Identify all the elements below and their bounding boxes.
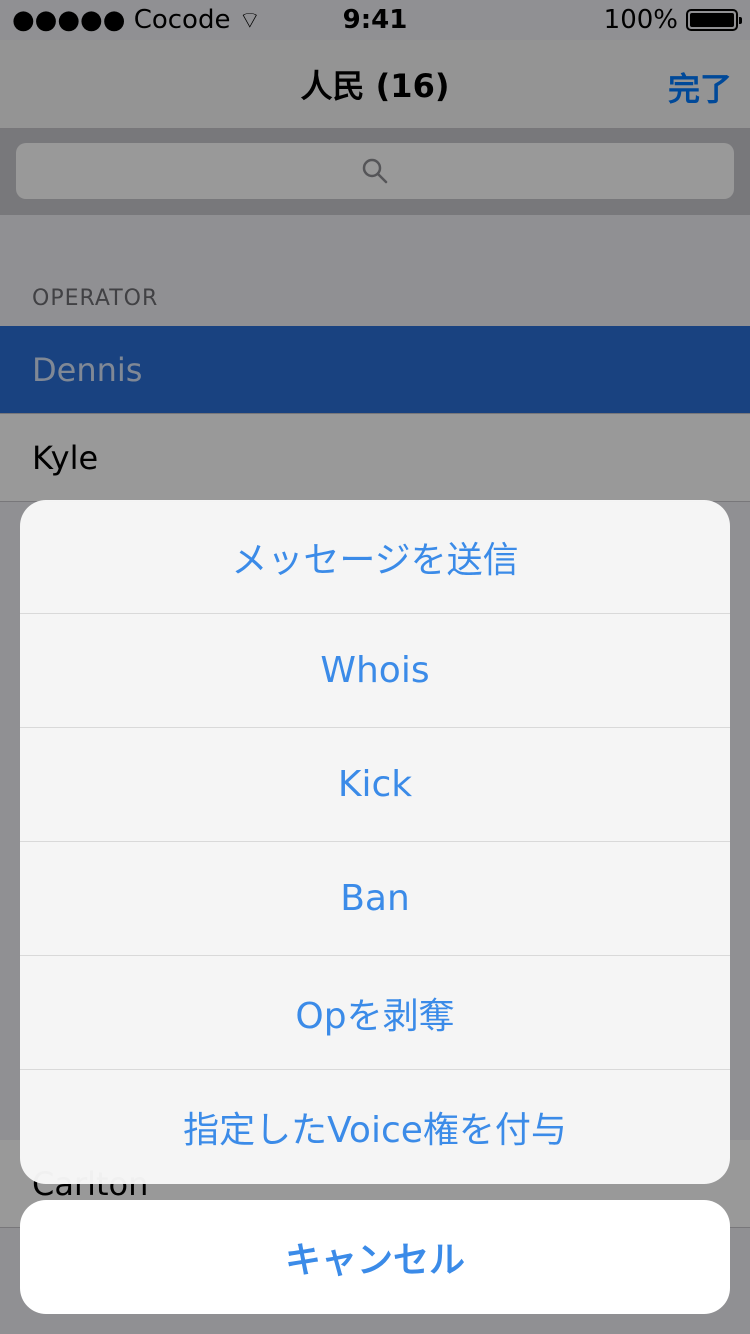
whois-button[interactable]: Whois	[20, 614, 730, 728]
send-message-button[interactable]: メッセージを送信	[20, 500, 730, 614]
action-sheet: メッセージを送信 Whois Kick Ban Opを剥奪 指定したVoice権…	[20, 500, 730, 1184]
ban-button[interactable]: Ban	[20, 842, 730, 956]
give-voice-button[interactable]: 指定したVoice権を付与	[20, 1070, 730, 1184]
deop-button[interactable]: Opを剥奪	[20, 956, 730, 1070]
cancel-button[interactable]: キャンセル	[20, 1200, 730, 1314]
kick-button[interactable]: Kick	[20, 728, 730, 842]
